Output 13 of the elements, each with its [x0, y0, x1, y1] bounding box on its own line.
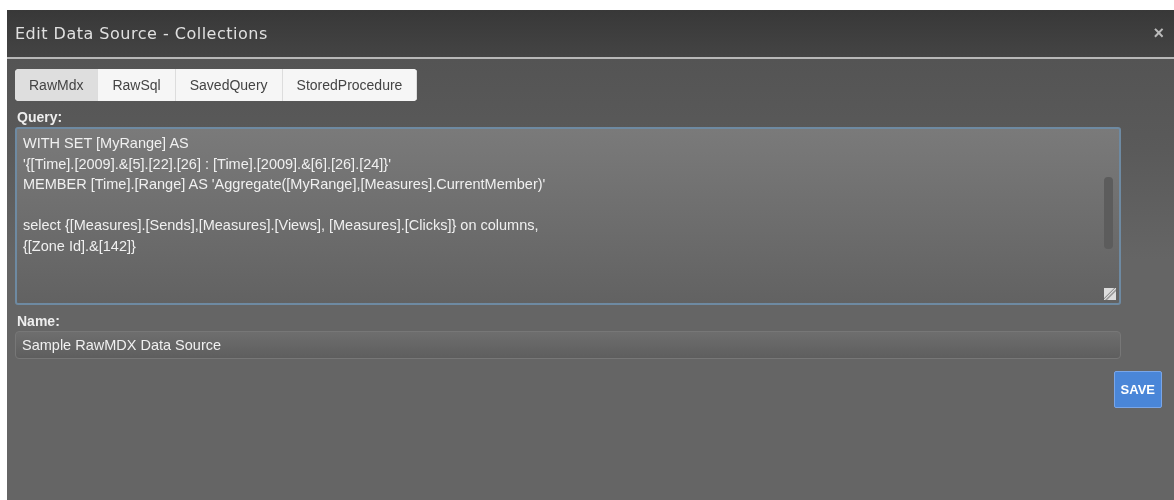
- scrollbar-thumb[interactable]: [1104, 177, 1113, 249]
- name-field[interactable]: Sample RawMDX Data Source: [15, 331, 1121, 359]
- close-button[interactable]: ×: [1153, 23, 1164, 44]
- window-title: Edit Data Source - Collections: [15, 24, 268, 43]
- field-label: Name:: [17, 313, 61, 329]
- tab[interactable]: RawSql: [98, 69, 176, 101]
- resize-grip-icon[interactable]: [1104, 288, 1116, 300]
- tab[interactable]: SavedQuery: [175, 69, 283, 101]
- save-button[interactable]: SAVE: [1113, 371, 1162, 408]
- tab[interactable]: StoredProcedure: [282, 69, 418, 101]
- field-label: Query:: [17, 109, 64, 125]
- query-field[interactable]: WITH SET [MyRange] AS '{[Time].[2009].&[5].[22].[26] : [Time].[2009].&[6].[26].[24]}' MEMBER [Time].[Range] AS 'Aggregate([MyRange],[Measures].CurrentMember)' select {[Measures].[Sends],[Measures].[Views], [Measures].[Clicks]} on columns, {[Zone Id].&[142]}: [15, 127, 1121, 305]
- tab[interactable]: RawMdx: [15, 69, 99, 101]
